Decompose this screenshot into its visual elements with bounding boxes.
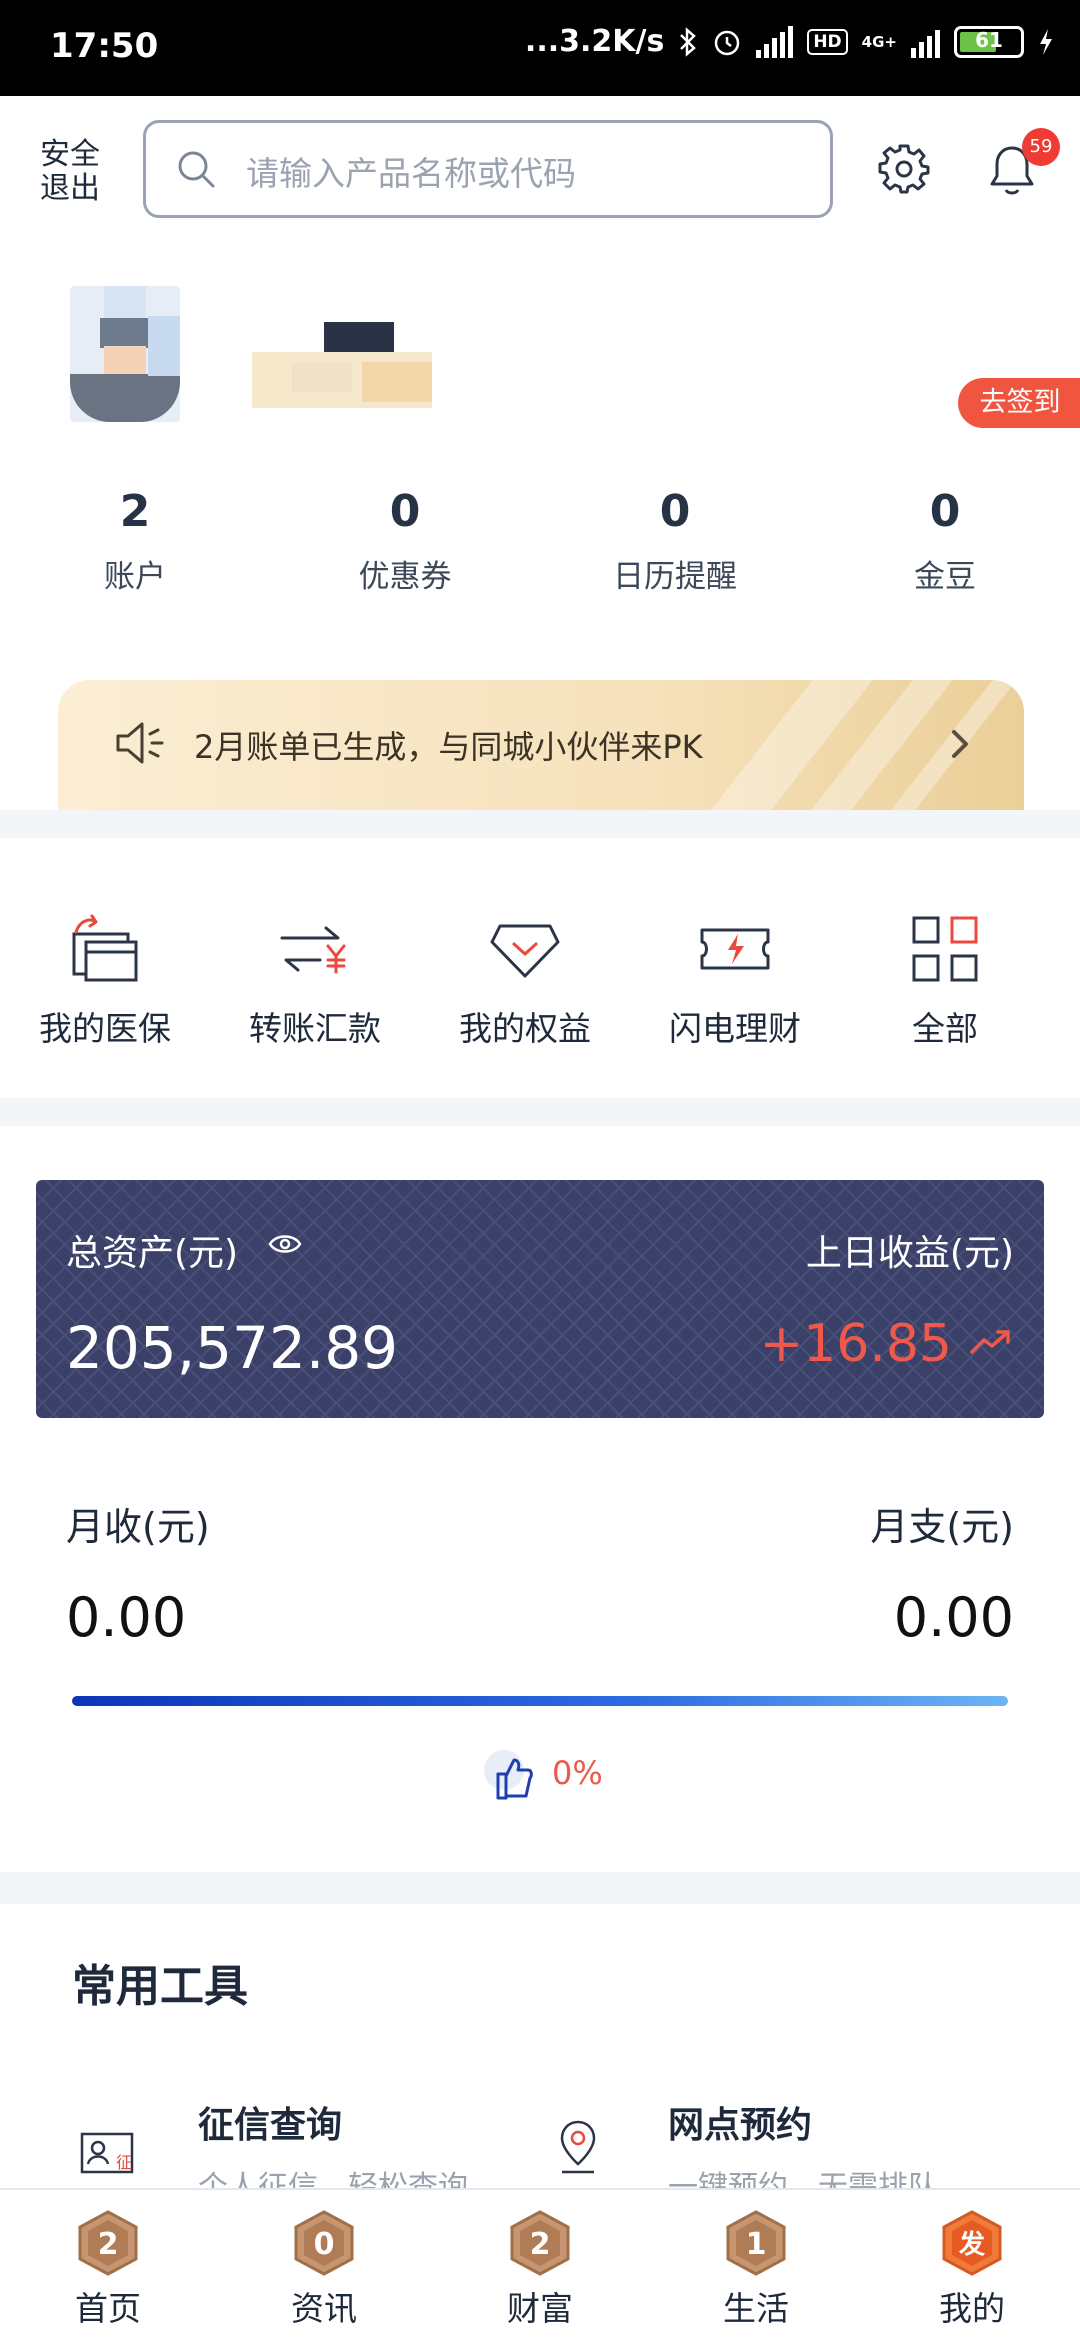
bluetooth-icon bbox=[680, 26, 697, 57]
quick-actions: 我的医保 转账汇款 我的权益 闪电理财 全部 bbox=[0, 838, 1080, 1098]
assets-section: 总资产(元) 205,572.89 上日收益(元) +16.85 月收(元) 月… bbox=[0, 1126, 1080, 1872]
promo-banner[interactable]: 2月账单已生成，与同城小伙伴来PK bbox=[58, 680, 1024, 810]
ratio-percent: 0% bbox=[552, 1754, 603, 1792]
profile-header: 安全退出 请输入产品名称或代码 59 去签到 2 账户 0 优惠券 0 日历提醒 0金… bbox=[0, 96, 1080, 810]
yesterday-income-label: 上日收益(元) bbox=[805, 1233, 1014, 1274]
tool-branch-booking[interactable]: 网点预约 bbox=[668, 2096, 812, 2148]
svg-text:0: 0 bbox=[314, 2227, 335, 2262]
notification-badge: 59 bbox=[1022, 128, 1060, 166]
status-time: 17:50 bbox=[50, 26, 159, 66]
month-income-label: 月收(元) bbox=[66, 1505, 210, 1549]
svg-text:2: 2 bbox=[530, 2227, 551, 2262]
total-assets-label: 总资产(元) bbox=[66, 1233, 239, 1274]
bottom-tab-bar: 2 首页 0 资讯 2 财富 1 生活 发 我的 bbox=[0, 2188, 1080, 2340]
alarm-icon bbox=[715, 30, 740, 55]
signal-icon bbox=[756, 25, 794, 58]
charging-icon bbox=[1040, 28, 1052, 55]
quick-action-all[interactable]: 全部 bbox=[840, 838, 1050, 1098]
svg-text:发: 发 bbox=[958, 2229, 985, 2260]
income-expense-bar bbox=[72, 1696, 1008, 1706]
svg-text:征: 征 bbox=[116, 2153, 132, 2172]
battery-icon: 61 bbox=[954, 25, 1024, 58]
news-tab-icon: 0 bbox=[294, 2210, 354, 2276]
month-expense-label: 月支(元) bbox=[870, 1505, 1014, 1549]
tool-credit-report[interactable]: 征信查询 bbox=[198, 2096, 342, 2148]
status-bar: 17:50 ...3.2K/s HD 4G+ 61 bbox=[0, 0, 1080, 96]
stat-gold-beans[interactable]: 0 金豆 bbox=[810, 486, 1080, 596]
stat-calendar-reminders[interactable]: 0 日历提醒 bbox=[540, 486, 810, 596]
location-pin-icon[interactable] bbox=[548, 2118, 608, 2178]
quick-action-transfer[interactable]: 转账汇款 bbox=[210, 838, 420, 1098]
user-name-blurred bbox=[252, 322, 432, 418]
quick-action-benefits[interactable]: 我的权益 bbox=[420, 838, 630, 1098]
total-assets-card[interactable]: 总资产(元) 205,572.89 上日收益(元) +16.85 bbox=[36, 1180, 1044, 1418]
tools-title: 常用工具 bbox=[72, 1961, 248, 2012]
hd-badge: HD bbox=[807, 28, 848, 55]
wealth-tab-icon: 2 bbox=[510, 2210, 570, 2276]
transfer-icon bbox=[280, 926, 346, 974]
svg-text:2: 2 bbox=[98, 2227, 119, 2262]
tab-home[interactable]: 2 首页 bbox=[0, 2190, 216, 2340]
mine-tab-icon: 发 bbox=[942, 2210, 1002, 2276]
credit-report-icon[interactable]: 征 bbox=[78, 2124, 138, 2184]
trend-up-icon bbox=[970, 1330, 1010, 1354]
signal-icon-2 bbox=[911, 26, 940, 58]
chevron-right-icon bbox=[952, 730, 968, 758]
life-tab-icon: 1 bbox=[726, 2210, 786, 2276]
speaker-icon bbox=[116, 722, 164, 764]
total-assets-value: 205,572.89 bbox=[66, 1314, 399, 1382]
promo-text: 2月账单已生成，与同城小伙伴来PK bbox=[194, 728, 703, 766]
status-indicators: ...3.2K/s HD 4G+ 61 bbox=[525, 24, 1054, 59]
month-income-value: 0.00 bbox=[66, 1586, 187, 1649]
stat-accounts[interactable]: 2 账户 bbox=[0, 486, 270, 596]
thumbs-up-icon bbox=[484, 1750, 533, 1800]
logout-button[interactable]: 安全退出 bbox=[40, 138, 110, 206]
tab-news[interactable]: 0 资讯 bbox=[216, 2190, 432, 2340]
search-bar[interactable]: 请输入产品名称或代码 bbox=[143, 120, 833, 218]
tab-wealth[interactable]: 2 财富 bbox=[432, 2190, 648, 2340]
tab-mine[interactable]: 发 我的 bbox=[864, 2190, 1080, 2340]
tab-life[interactable]: 1 生活 bbox=[648, 2190, 864, 2340]
quick-action-flash-finance[interactable]: 闪电理财 bbox=[630, 838, 840, 1098]
avatar[interactable] bbox=[70, 286, 180, 422]
home-tab-icon: 2 bbox=[78, 2210, 138, 2276]
search-input[interactable]: 请输入产品名称或代码 bbox=[246, 147, 576, 195]
diamond-icon bbox=[490, 924, 560, 978]
yesterday-income-value: +16.85 bbox=[759, 1314, 952, 1374]
medical-card-icon bbox=[72, 914, 138, 982]
svg-text:1: 1 bbox=[746, 2227, 767, 2262]
lightning-ticket-icon bbox=[700, 928, 770, 970]
network-speed: ...3.2K/s bbox=[524, 24, 665, 59]
grid-icon bbox=[912, 916, 978, 982]
stat-coupons[interactable]: 0 优惠券 bbox=[270, 486, 540, 596]
stats-row: 2 账户 0 优惠券 0 日历提醒 0 金豆 bbox=[0, 486, 1080, 596]
search-icon bbox=[178, 151, 215, 188]
eye-icon[interactable] bbox=[268, 1232, 302, 1256]
net-type: 4G+ bbox=[861, 32, 897, 51]
settings-gear-icon[interactable] bbox=[878, 142, 930, 194]
month-expense-value: 0.00 bbox=[893, 1586, 1014, 1649]
signin-button[interactable]: 去签到 bbox=[958, 378, 1080, 428]
quick-action-medical[interactable]: 我的医保 bbox=[0, 838, 210, 1098]
